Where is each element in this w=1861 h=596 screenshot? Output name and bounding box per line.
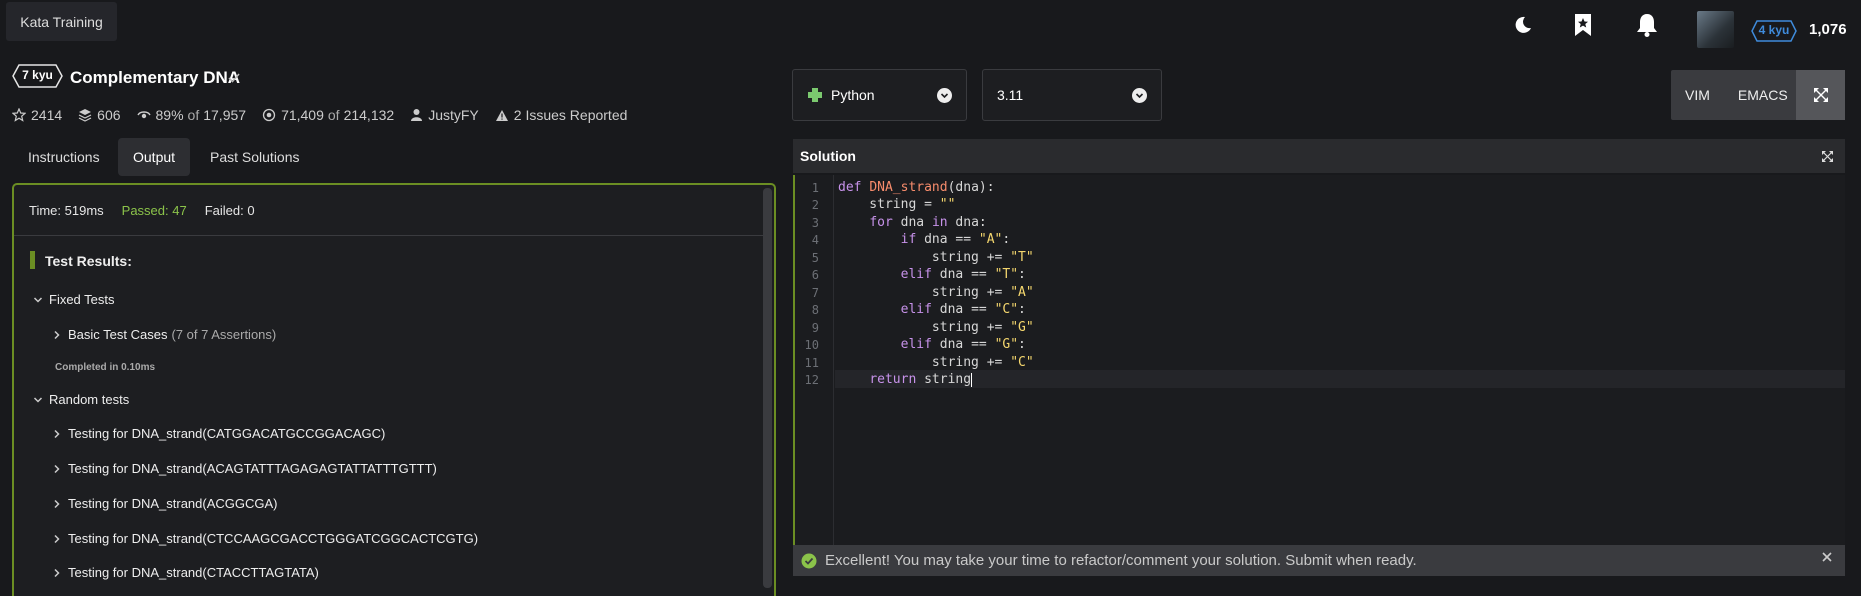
- satisfaction-stat: 89% of 17,957: [136, 107, 246, 123]
- expand-icon[interactable]: [1821, 150, 1834, 163]
- code-line: string += "C": [838, 355, 1034, 370]
- tab-output[interactable]: Output: [118, 138, 191, 176]
- user-rank-badge: 4 kyu: [1751, 20, 1797, 42]
- code-line: elif dna == "G":: [900, 337, 1026, 352]
- line-number: 8: [811, 303, 819, 317]
- close-icon[interactable]: [1822, 549, 1832, 565]
- completed-stat: 71,409 of 214,132: [262, 107, 394, 123]
- line-number: 2: [811, 198, 819, 212]
- language-select[interactable]: Python: [792, 69, 967, 121]
- random-test-item[interactable]: Testing for DNA_strand(CATGGACATGCCGGACA…: [52, 426, 385, 441]
- test-results-heading: Test Results:: [45, 253, 132, 269]
- code-line: def DNA_strand(dna):: [838, 180, 995, 195]
- completed-time: Completed in 0.10ms: [55, 362, 156, 373]
- time-label: Time: 519ms: [29, 203, 104, 218]
- eye-icon: [136, 111, 151, 119]
- failed-label: Failed: 0: [204, 203, 255, 218]
- check-circle-icon: [801, 553, 817, 568]
- warning-icon: [495, 109, 508, 121]
- code-line: elif dna == "C":: [900, 302, 1026, 317]
- expand-icon: [1813, 88, 1828, 102]
- divider: [14, 235, 765, 236]
- line-number: 11: [804, 356, 819, 370]
- kata-training-button[interactable]: Kata Training: [6, 2, 117, 41]
- target-icon: [262, 108, 276, 122]
- code-line: elif dna == "T":: [900, 267, 1026, 282]
- bookmark-star-icon[interactable]: [1570, 12, 1596, 38]
- random-test-item[interactable]: Testing for DNA_strand(CTACCTTAGTATA): [52, 565, 319, 580]
- avatar[interactable]: [1697, 11, 1734, 48]
- chevron-down-icon: [33, 396, 43, 403]
- tab-past-solutions[interactable]: Past Solutions: [195, 138, 315, 176]
- line-number: 6: [811, 268, 819, 282]
- random-test-item[interactable]: Testing for DNA_strand(CTCCAAGCGACCTGGGA…: [52, 531, 478, 546]
- line-number: 1: [811, 181, 819, 195]
- chevron-right-icon: [54, 429, 60, 438]
- test-summary: Time: 519ms Passed: 47 Failed: 0: [29, 203, 255, 218]
- line-number: 3: [811, 216, 819, 230]
- chevron-down-icon: [33, 296, 43, 303]
- star-icon: [12, 108, 26, 122]
- kata-title: Complementary DNA: [70, 68, 241, 87]
- honor-count: 1,076: [1809, 21, 1847, 38]
- code-line: string += "A": [838, 285, 1034, 300]
- python-icon: [808, 88, 822, 102]
- line-number: 12: [804, 373, 819, 387]
- user-icon: [411, 109, 423, 121]
- collections-stat: 606: [78, 107, 121, 123]
- check-icon: [228, 70, 240, 86]
- code-line: string += "T": [838, 250, 1034, 265]
- line-number: 9: [811, 321, 819, 335]
- passed-label: Passed: 47: [121, 203, 187, 218]
- chevron-right-icon: [54, 464, 60, 473]
- code-line: string += "G": [838, 320, 1034, 335]
- stars-stat[interactable]: 2414: [12, 107, 62, 123]
- solution-header: Solution: [793, 139, 1845, 173]
- bell-icon[interactable]: [1634, 12, 1660, 38]
- random-test-item[interactable]: Testing for DNA_strand(ACGGCGA): [52, 496, 278, 511]
- chevron-down-icon: [937, 87, 952, 103]
- chevron-down-icon: [1132, 87, 1147, 103]
- code-line: if dna == "A":: [900, 232, 1011, 247]
- fixed-tests-group[interactable]: Fixed Tests: [33, 292, 115, 307]
- emacs-mode-button[interactable]: EMACS: [1724, 87, 1802, 103]
- line-number: 7: [811, 286, 819, 300]
- results-marker: [30, 251, 35, 269]
- random-test-item[interactable]: Testing for DNA_strand(ACAGTATTTAGAGAGTA…: [52, 461, 437, 476]
- code-line: string = "": [838, 197, 956, 212]
- fullscreen-button[interactable]: [1796, 70, 1845, 120]
- version-select[interactable]: 3.11: [982, 69, 1162, 121]
- active-line-highlight: [835, 370, 1845, 388]
- layers-icon: [78, 109, 92, 122]
- chevron-right-icon: [54, 330, 60, 339]
- random-tests-group[interactable]: Random tests: [33, 392, 129, 407]
- success-banner: Excellent! You may take your time to ref…: [793, 545, 1845, 576]
- line-number: 4: [811, 233, 819, 247]
- basic-test-cases[interactable]: Basic Test Cases (7 of 7 Assertions): [52, 327, 276, 342]
- code-line: return string: [869, 372, 973, 387]
- line-number: 10: [804, 338, 819, 352]
- chevron-right-icon: [54, 568, 60, 577]
- tab-instructions[interactable]: Instructions: [13, 138, 115, 176]
- kata-rank-badge: 7 kyu: [12, 64, 63, 88]
- code-line: for dna in dna:: [869, 215, 987, 230]
- moon-icon[interactable]: [1510, 12, 1536, 38]
- chevron-right-icon: [54, 534, 60, 543]
- issues-stat[interactable]: 2 Issues Reported: [495, 107, 627, 123]
- kata-stats: 2414 606 89% of 17,957 71,409 of 214,132 Jus…: [12, 107, 643, 123]
- vim-mode-button[interactable]: VIM: [1671, 87, 1724, 103]
- output-scrollbar[interactable]: [763, 188, 772, 588]
- author-stat[interactable]: JustyFY: [410, 107, 479, 123]
- line-number: 5: [811, 251, 819, 265]
- chevron-right-icon: [54, 499, 60, 508]
